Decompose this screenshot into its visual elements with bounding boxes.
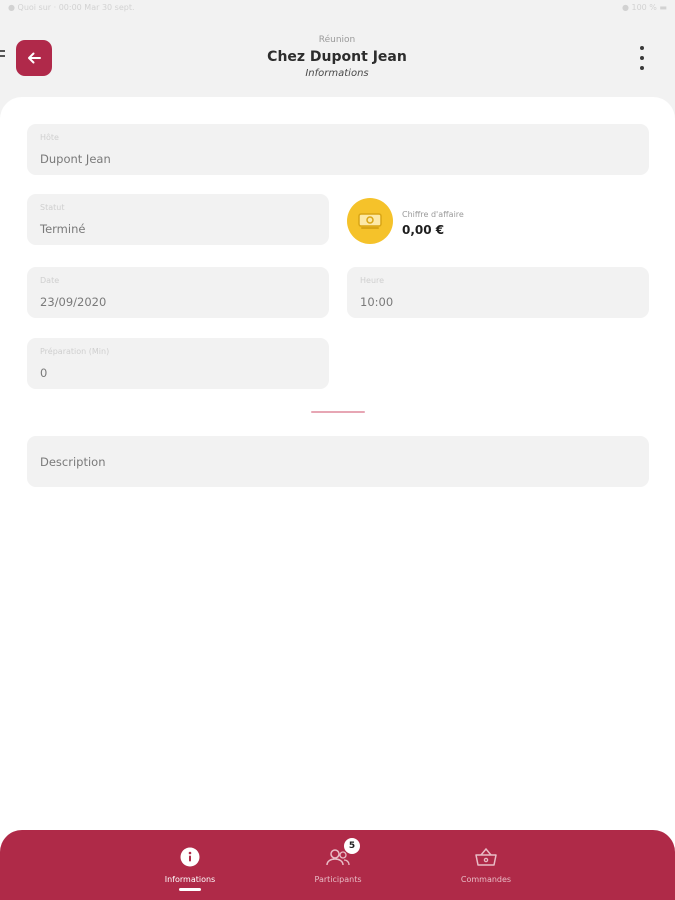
money-icon [347, 198, 393, 244]
hote-value: Dupont Jean [40, 152, 111, 166]
hote-field[interactable]: Hôte Dupont Jean [27, 124, 649, 175]
preparation-value: 0 [40, 366, 48, 380]
statut-field[interactable]: Statut Terminé [27, 194, 329, 245]
description-field[interactable]: Description [27, 436, 649, 487]
participants-icon: 5 [325, 838, 360, 868]
preparation-field[interactable]: Préparation (Min) 0 [27, 338, 329, 389]
tab-commandes[interactable]: Commandes [436, 846, 536, 896]
bottom-nav: Informations 5 Participants Commandes [0, 830, 675, 900]
date-field[interactable]: Date 23/09/2020 [27, 267, 329, 318]
status-bar-left: ● Quoi sur · 00:00 Mar 30 sept. [8, 3, 135, 12]
screen: ● Quoi sur · 00:00 Mar 30 sept. ● 100 % … [0, 0, 675, 900]
statut-value: Terminé [40, 222, 86, 236]
drawer-handle-icon[interactable] [0, 50, 5, 57]
arrow-left-icon [28, 52, 41, 64]
chiffre-affaire-label: Chiffre d'affaire [402, 210, 464, 219]
status-bar-right: ● 100 % ▬ [621, 3, 667, 12]
section-divider [311, 411, 365, 413]
heure-field[interactable]: Heure 10:00 [347, 267, 649, 318]
page-header: Réunion Chez Dupont Jean Informations [187, 35, 487, 79]
heure-value: 10:00 [360, 295, 394, 309]
page-subtitle: Informations [305, 68, 369, 79]
heure-label: Heure [360, 276, 385, 285]
basket-icon [473, 846, 499, 868]
date-value: 23/09/2020 [40, 295, 107, 309]
header-kicker: Réunion [318, 35, 356, 45]
info-icon [177, 846, 203, 868]
more-vertical-icon [640, 46, 644, 50]
more-options-button[interactable] [635, 46, 649, 70]
tab-informations-label: Informations [164, 875, 216, 884]
hote-label: Hôte [40, 133, 59, 142]
tab-informations[interactable]: Informations [140, 846, 240, 896]
chiffre-affaire-value: 0,00 € [402, 223, 445, 237]
page-title: Chez Dupont Jean [267, 49, 407, 65]
status-bar: ● Quoi sur · 00:00 Mar 30 sept. ● 100 % … [0, 0, 675, 16]
date-label: Date [40, 276, 60, 285]
description-placeholder: Description [40, 455, 106, 469]
active-tab-indicator [179, 888, 201, 891]
participants-count-badge: 5 [344, 838, 360, 854]
preparation-label: Préparation (Min) [40, 347, 110, 356]
content-card: Hôte Dupont Jean Statut Terminé Chiffre … [0, 97, 675, 900]
chiffre-affaire-block: Chiffre d'affaire 0,00 € [347, 198, 547, 246]
tab-commandes-label: Commandes [460, 875, 512, 884]
back-button[interactable] [16, 40, 52, 76]
tab-participants-label: Participants [314, 875, 362, 884]
tab-participants[interactable]: 5 Participants [288, 838, 388, 896]
statut-label: Statut [40, 203, 65, 212]
